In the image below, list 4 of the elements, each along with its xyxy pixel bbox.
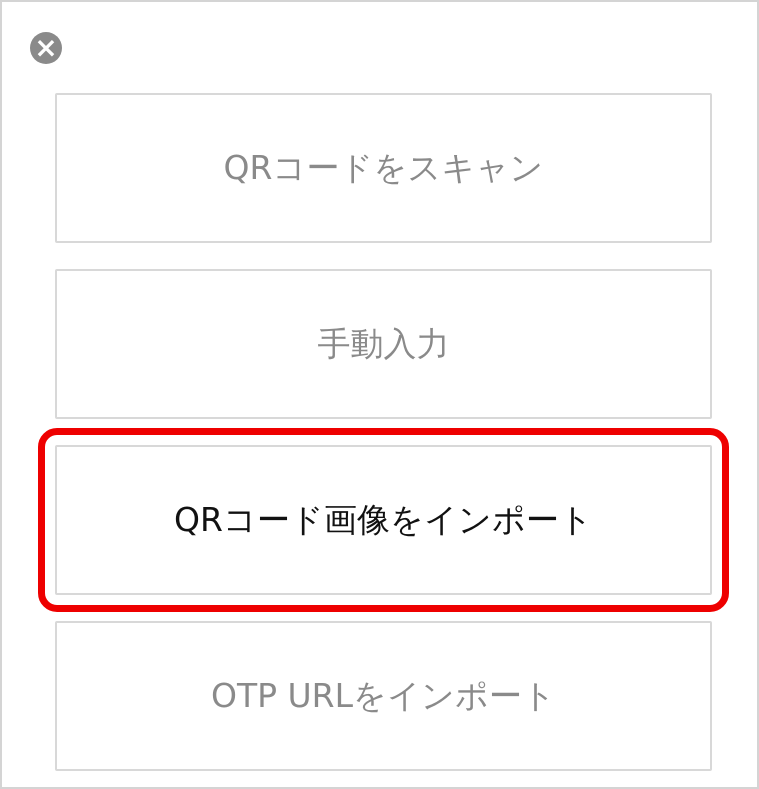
menu-button[interactable]: 手動入力 xyxy=(55,269,712,419)
menu-button[interactable]: QRコードをスキャン xyxy=(55,93,712,243)
close-button[interactable]: × xyxy=(30,32,62,64)
menu-button[interactable]: OTP URLをインポート xyxy=(55,621,712,771)
